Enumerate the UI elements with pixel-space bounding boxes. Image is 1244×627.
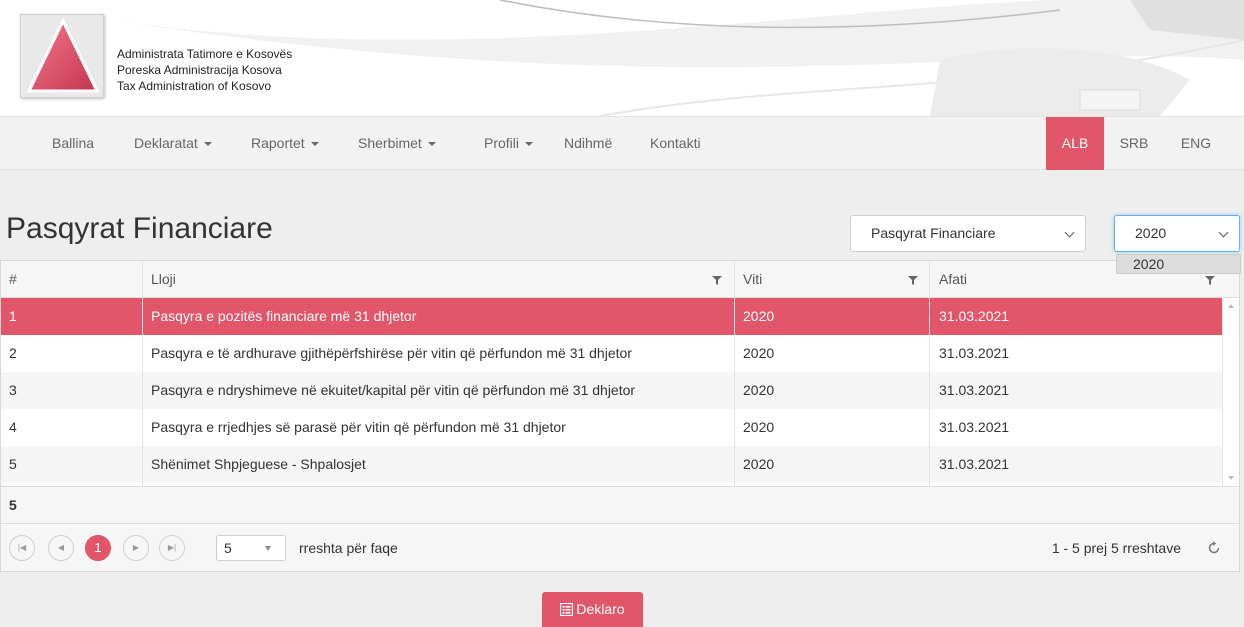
filter-icon[interactable]	[908, 275, 918, 285]
table-row[interactable]: 3 Pasqyra e ndryshimeve në ekuitet/kapit…	[1, 372, 1223, 409]
vertical-scrollbar[interactable]	[1222, 298, 1239, 486]
lang-eng[interactable]: ENG	[1166, 117, 1226, 170]
nav-ballina-label: Ballina	[52, 135, 95, 151]
row-viti: 2020	[743, 456, 775, 472]
row-afati: 31.03.2021	[939, 456, 1010, 472]
grid-header-row: # Lloji Viti Afati	[1, 261, 1239, 298]
main-navbar: Ballina Deklaratat Raportet Sherbimet Pr…	[0, 116, 1244, 170]
row-lloji: Pasqyra e pozitës financiare më 31 dhjet…	[151, 308, 417, 324]
org-name-srb: Poreska Administracija Kosova	[117, 63, 282, 77]
nav-deklaratat-label: Deklaratat	[134, 135, 198, 151]
caret-down-icon	[310, 142, 319, 147]
pager-info: 1 - 5 prej 5 rreshtave	[1051, 540, 1181, 556]
scroll-up-icon[interactable]	[1228, 304, 1234, 308]
column-header-number[interactable]: #	[9, 261, 139, 298]
chevron-down-icon	[1064, 227, 1075, 238]
row-lloji: Pasqyra e ndryshimeve në ekuitet/kapital…	[151, 382, 636, 398]
filter-icon[interactable]	[1205, 275, 1215, 285]
column-divider	[734, 261, 735, 523]
column-divider	[929, 261, 930, 523]
lang-srb[interactable]: SRB	[1112, 117, 1156, 170]
page-title: Pasqyrat Financiare	[6, 212, 273, 245]
row-lloji: Shënimet Shpjeguese - Shpalosjet	[151, 456, 366, 472]
organization-name: Administrata Tatimore e Kosovës Poreska …	[117, 46, 292, 94]
nav-deklaratat[interactable]: Deklaratat	[134, 117, 212, 170]
page-size-label: rreshta për faqe	[299, 540, 398, 556]
year-option-2020[interactable]: 2020	[1116, 254, 1241, 274]
row-viti: 2020	[743, 419, 775, 435]
logo-triangle-icon	[26, 17, 100, 93]
site-header: Administrata Tatimore e Kosovës Poreska …	[0, 0, 1244, 116]
scroll-down-icon[interactable]	[1228, 476, 1234, 480]
caret-down-icon	[525, 142, 534, 147]
row-afati: 31.03.2021	[939, 345, 1010, 361]
row-number: 1	[9, 308, 17, 324]
row-viti: 2020	[743, 382, 775, 398]
row-lloji: Pasqyra e rrjedhjes së parasë për vitin …	[151, 419, 566, 435]
nav-sherbimet-label: Sherbimet	[358, 135, 422, 151]
table-row[interactable]: 4 Pasqyra e rrjedhjes së parasë për viti…	[1, 409, 1223, 446]
nav-ndihme[interactable]: Ndihmë	[564, 117, 612, 170]
statement-type-select[interactable]: Pasqyrat Financiare	[850, 215, 1086, 252]
row-number: 3	[9, 382, 17, 398]
nav-kontakti-label: Kontakti	[650, 135, 701, 151]
nav-sherbimet[interactable]: Sherbimet	[358, 117, 436, 170]
row-number: 4	[9, 419, 17, 435]
page-size-select[interactable]: 5	[216, 535, 286, 561]
nav-raportet-label: Raportet	[251, 135, 305, 151]
prev-page-button[interactable]: ◀	[48, 535, 74, 561]
tak-logo	[20, 14, 104, 98]
table-row[interactable]: 2 Pasqyra e të ardhurave gjithëpërfshirë…	[1, 335, 1223, 372]
nav-ballina[interactable]: Ballina	[52, 117, 94, 170]
grid-footer-row: 5	[1, 486, 1239, 523]
caret-down-icon	[427, 142, 436, 147]
table-row[interactable]: 1 Pasqyra e pozitës financiare më 31 dhj…	[1, 298, 1223, 335]
statement-type-value: Pasqyrat Financiare	[871, 225, 996, 241]
footer-count: 5	[9, 497, 17, 513]
page-1-button[interactable]: 1	[85, 535, 111, 561]
refresh-icon[interactable]	[1207, 541, 1221, 555]
list-icon	[560, 602, 574, 617]
filter-icon[interactable]	[712, 275, 722, 285]
row-viti: 2020	[743, 308, 775, 324]
last-page-button[interactable]: ▶|	[159, 535, 185, 561]
lang-alb[interactable]: ALB	[1046, 117, 1104, 170]
nav-profili-label: Profili	[484, 135, 520, 151]
nav-kontakti[interactable]: Kontakti	[650, 117, 701, 170]
deklaro-label: Deklaro	[576, 601, 625, 617]
row-lloji: Pasqyra e të ardhurave gjithëpërfshirëse…	[151, 345, 632, 361]
grid-pager: |◀ ◀ 1 ▶ ▶| 5 rreshta për faqe 1 - 5 pre…	[1, 523, 1239, 571]
deklaro-button[interactable]: Deklaro	[542, 592, 643, 627]
nav-ndihme-label: Ndihmë	[564, 135, 613, 151]
year-select-value: 2020	[1135, 225, 1167, 241]
year-select[interactable]: 2020	[1114, 215, 1240, 252]
nav-raportet[interactable]: Raportet	[251, 117, 319, 170]
table-row[interactable]: 5 Shënimet Shpjeguese - Shpalosjet 2020 …	[1, 446, 1223, 483]
column-header-lloji[interactable]: Lloji	[151, 261, 731, 298]
org-name-eng: Tax Administration of Kosovo	[117, 79, 272, 93]
chevron-down-icon	[1218, 227, 1229, 238]
row-viti: 2020	[743, 345, 775, 361]
row-number: 2	[9, 345, 17, 361]
page-size-value: 5	[224, 540, 232, 556]
column-divider	[142, 261, 143, 523]
org-name-alb: Administrata Tatimore e Kosovës	[117, 47, 293, 61]
row-number: 5	[9, 456, 17, 472]
row-afati: 31.03.2021	[939, 419, 1010, 435]
row-afati: 31.03.2021	[939, 308, 1010, 324]
row-afati: 31.03.2021	[939, 382, 1010, 398]
column-header-viti[interactable]: Viti	[743, 261, 923, 298]
statements-grid: # Lloji Viti Afati 1 Pasqyra e pozitës f…	[0, 260, 1240, 572]
caret-down-icon	[265, 546, 271, 551]
next-page-button[interactable]: ▶	[123, 535, 149, 561]
caret-down-icon	[203, 142, 212, 147]
first-page-button[interactable]: |◀	[9, 535, 35, 561]
nav-profili[interactable]: Profili	[484, 117, 534, 170]
